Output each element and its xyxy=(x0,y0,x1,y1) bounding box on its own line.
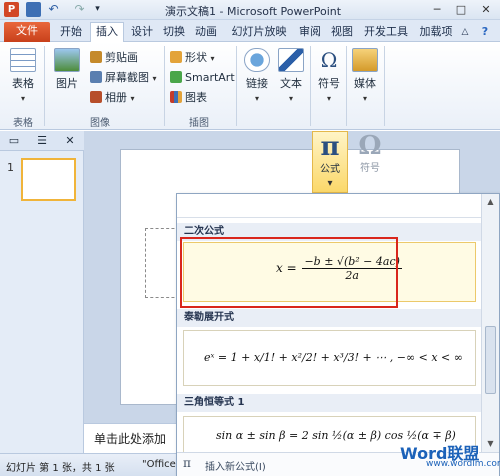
picture-icon xyxy=(54,48,80,72)
minimize-icon[interactable]: ─ xyxy=(426,1,448,18)
album-icon xyxy=(90,91,102,103)
outline-tab-icon[interactable]: ☰ xyxy=(34,134,50,148)
tab-home[interactable]: 开始 xyxy=(56,23,86,42)
symbol-label: 符号 xyxy=(360,163,380,174)
tab-view[interactable]: 视图 xyxy=(328,23,356,42)
slide-thumbnail[interactable] xyxy=(21,158,76,201)
redo-icon[interactable]: ↷ xyxy=(72,2,87,17)
tab-file[interactable]: 文件 xyxy=(4,22,50,42)
omega-symbol-icon: Ω xyxy=(358,131,382,161)
group-label-illustrations: 插图 xyxy=(189,118,209,129)
shapes-button[interactable]: 形状 ▾ xyxy=(170,50,215,66)
close-icon[interactable]: ✕ xyxy=(475,1,497,18)
ribbon-tabs: 文件 开始 插入 设计 切换 动画 幻灯片放映 审阅 视图 开发工具 加载项 △… xyxy=(0,20,500,42)
tab-animations[interactable]: 动画 xyxy=(192,23,220,42)
tab-addins[interactable]: 加载项 xyxy=(416,23,456,42)
panel-tabs: ▭ ☰ ✕ xyxy=(0,131,84,151)
taylor-formula-item[interactable]: eˣ = 1 + x/1! + x²/2! + x³/3! + ⋯ , −∞ <… xyxy=(183,330,476,386)
highlight-box xyxy=(180,237,398,308)
symbols-button[interactable]: Ω 符号 ▾ xyxy=(312,48,346,104)
omega-icon: Ω xyxy=(320,48,338,72)
link-button[interactable]: 链接 ▾ xyxy=(240,48,274,104)
section-header: 泰勒展开式 xyxy=(177,309,482,327)
ribbon-insert: 表格 ▾ 表格 图片 剪贴画 屏幕截图 ▾ 相册 ▾ 图像 形状 ▾ SmartA… xyxy=(0,42,500,130)
scroll-thumb[interactable] xyxy=(485,326,496,394)
clipart-icon xyxy=(90,51,102,63)
powerpoint-app-icon[interactable]: P xyxy=(4,2,19,17)
link-icon xyxy=(244,48,270,72)
slides-panel: ▭ ☰ ✕ 1 xyxy=(0,131,84,453)
chart-icon xyxy=(170,91,182,103)
table-icon xyxy=(10,48,36,72)
scroll-up-icon[interactable]: ▲ xyxy=(484,196,497,208)
tab-review[interactable]: 审阅 xyxy=(296,23,324,42)
media-button[interactable]: 媒体 ▾ xyxy=(348,48,382,104)
picture-button[interactable]: 图片 xyxy=(50,48,84,91)
pi-icon: π xyxy=(320,132,340,162)
smartart-button[interactable]: SmartArt xyxy=(170,70,235,86)
slides-tab-icon[interactable]: ▭ xyxy=(6,134,22,148)
customize-toolbar-icon[interactable]: ▾ xyxy=(90,2,105,17)
watermark-url: www.wordlm.com xyxy=(426,459,500,469)
gallery-scrollbar[interactable]: ▲ ▼ xyxy=(481,194,499,452)
save-icon[interactable] xyxy=(26,2,41,17)
album-button[interactable]: 相册 ▾ xyxy=(90,90,135,106)
window-title: 演示文稿1 - Microsoft PowerPoint xyxy=(165,5,342,18)
gallery-top-area xyxy=(177,194,481,218)
undo-icon[interactable]: ↶ xyxy=(46,2,61,17)
group-label-image: 图像 xyxy=(90,118,110,129)
notes-placeholder: 单击此处添加 xyxy=(94,432,167,446)
clipart-button[interactable]: 剪贴画 xyxy=(90,50,138,66)
tab-slideshow[interactable]: 幻灯片放映 xyxy=(226,23,292,42)
table-button[interactable]: 表格 ▾ xyxy=(6,48,40,104)
scroll-down-icon[interactable]: ▼ xyxy=(484,438,497,450)
tab-design[interactable]: 设计 xyxy=(128,23,156,42)
maximize-icon[interactable]: □ xyxy=(450,1,472,18)
title-bar: P ↶ ↷ ▾ 演示文稿1 - Microsoft PowerPoint ─ □… xyxy=(0,0,500,20)
close-panel-icon[interactable]: ✕ xyxy=(62,134,78,148)
slide-number: 1 xyxy=(7,161,14,174)
minimize-ribbon-icon[interactable]: △ xyxy=(458,23,472,42)
symbol-button[interactable]: Ω 符号 xyxy=(352,131,388,193)
media-icon xyxy=(352,48,378,72)
slide-count: 幻灯片 第 1 张，共 1 张 xyxy=(6,463,115,474)
tab-insert[interactable]: 插入 xyxy=(90,22,124,42)
text-icon xyxy=(278,48,304,72)
equation-button[interactable]: π 公式 ▾ xyxy=(312,131,348,193)
pi-small-icon: π xyxy=(183,456,191,470)
tab-transitions[interactable]: 切换 xyxy=(160,23,188,42)
tab-developer[interactable]: 开发工具 xyxy=(360,23,412,42)
equation-group: π 公式 ▾ Ω 符号 xyxy=(312,131,394,193)
section-header: 三角恒等式 1 xyxy=(177,394,482,412)
text-button[interactable]: 文本 ▾ xyxy=(274,48,308,104)
screenshot-icon xyxy=(90,71,102,83)
equation-label: 公式 xyxy=(320,164,340,175)
taylor-formula: eˣ = 1 + x/1! + x²/2! + x³/3! + ⋯ , −∞ <… xyxy=(204,351,463,364)
shapes-icon xyxy=(170,51,182,63)
screenshot-button[interactable]: 屏幕截图 ▾ xyxy=(90,70,157,86)
smartart-icon xyxy=(170,71,182,83)
theme-name: "Office xyxy=(142,459,176,470)
chart-button[interactable]: 图表 xyxy=(170,90,207,106)
equation-gallery: 二次公式 x = −b ± √(b² − 4ac) 2a 泰勒展开式 eˣ = 1… xyxy=(176,193,500,476)
group-label-table: 表格 xyxy=(13,118,33,129)
help-icon[interactable]: ? xyxy=(476,23,494,42)
insert-new-equation-label: 插入新公式(I) xyxy=(205,462,266,473)
